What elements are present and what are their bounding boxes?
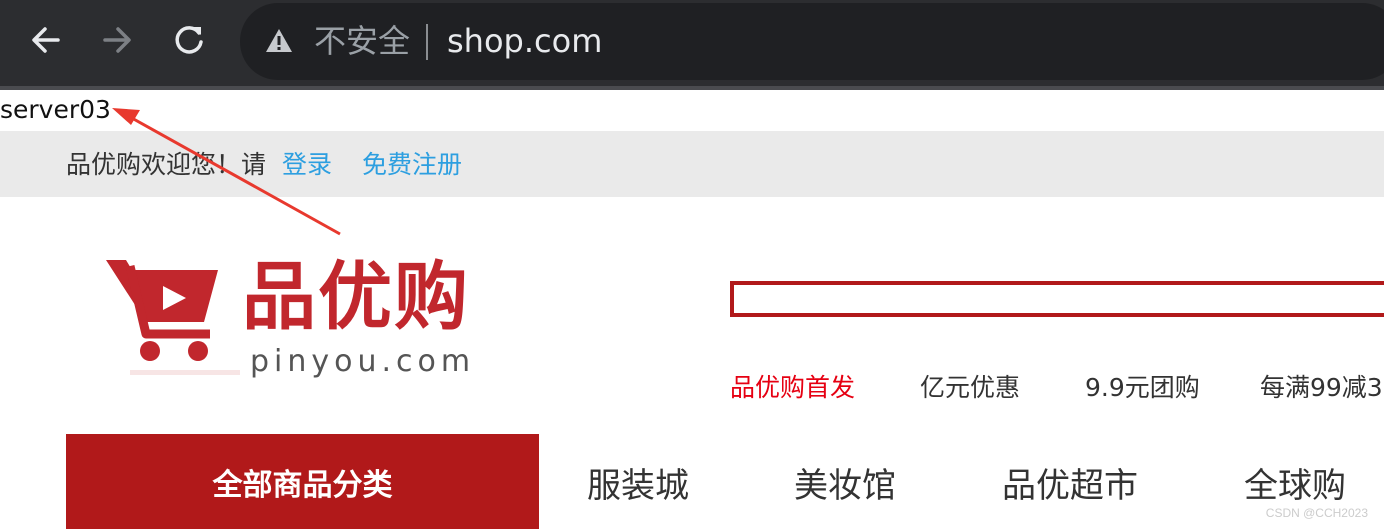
site-logo[interactable]: 品优购 pinyou.com [100,248,500,384]
all-categories-button[interactable]: 全部商品分类 [66,434,539,529]
annotation-arrow-icon [112,108,341,236]
nav-link-beauty[interactable]: 美妆馆 [794,463,896,509]
hot-link-discount[interactable]: 亿元优惠 [920,370,1020,406]
nav-link-clothing[interactable]: 服装城 [587,463,689,509]
hot-link-group-buy[interactable]: 9.9元团购 [1085,370,1200,406]
logo-brand-text: 品优购 [242,254,470,340]
address-bar[interactable] [240,3,1384,80]
hot-link-first-launch[interactable]: 品优购首发 [730,370,855,406]
address-separator [426,24,428,60]
nav-link-supermarket[interactable]: 品优超市 [1002,463,1138,509]
watermark-text: CSDN @CCH2023 [1265,506,1368,520]
url-text[interactable]: shop.com [447,19,602,63]
search-input[interactable] [730,281,1384,317]
logo-domain-text: pinyou.com [250,344,476,379]
hot-link-promo[interactable]: 每满99减3 [1260,370,1383,406]
nav-link-global[interactable]: 全球购 [1244,463,1346,509]
